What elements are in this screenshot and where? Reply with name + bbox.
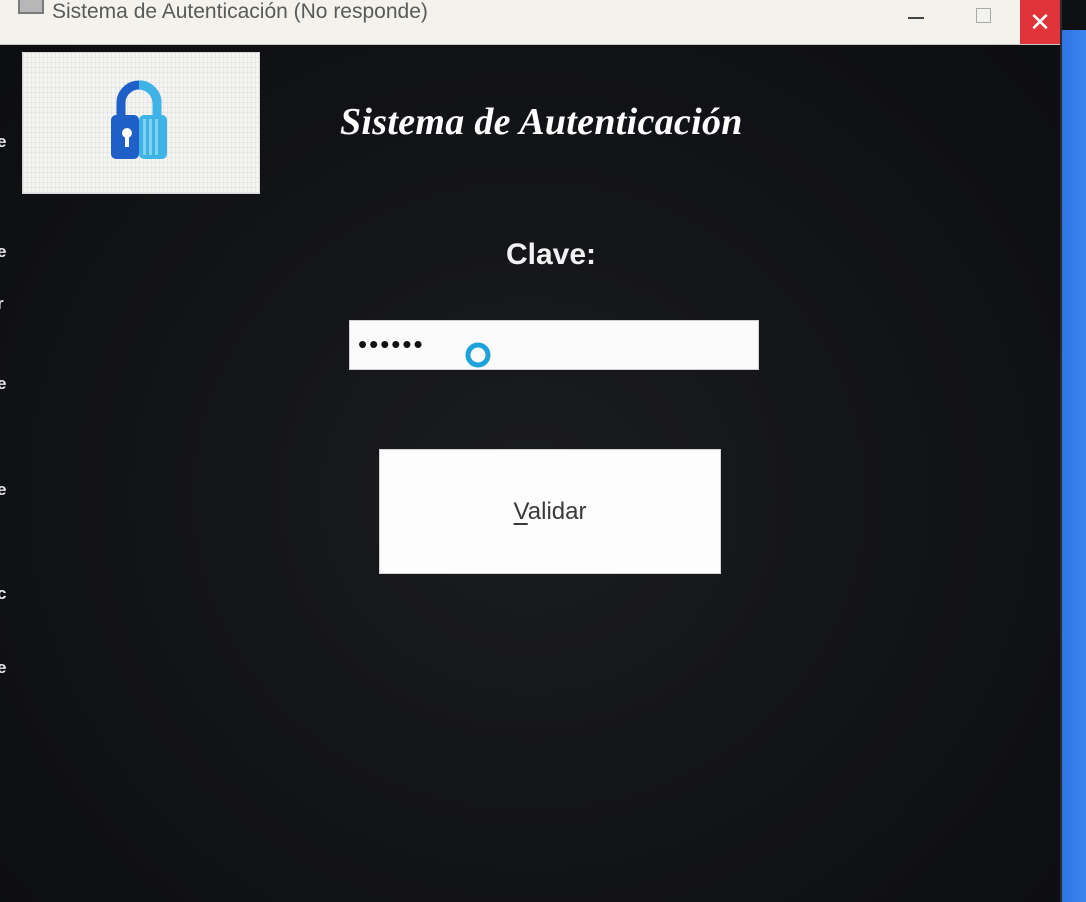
validate-mnemonic: V	[513, 497, 528, 525]
screen: Sistema de Autenticación (No responde) ✕…	[0, 0, 1086, 902]
minimize-icon	[908, 17, 924, 19]
edge-char: e	[0, 242, 7, 261]
close-icon: ✕	[1029, 6, 1051, 37]
background-window-edge: e e r e e c e	[0, 44, 10, 902]
password-value: ••••••	[358, 329, 425, 359]
password-label: Clave:	[506, 238, 597, 271]
busy-ring-icon	[465, 342, 491, 368]
maximize-icon	[975, 7, 991, 23]
app-window-icon	[18, 0, 44, 14]
edge-char: e	[0, 374, 7, 393]
validate-button-label: Validar	[514, 498, 587, 526]
window-title: Sistema de Autenticación (No responde)	[52, 0, 428, 23]
edge-char: e	[0, 132, 7, 151]
password-input[interactable]: ••••••	[349, 320, 759, 370]
app-logo	[22, 52, 260, 194]
edge-char: e	[0, 658, 7, 677]
title-bar[interactable]: Sistema de Autenticación (No responde) ✕	[0, 0, 1060, 45]
edge-char: c	[0, 584, 7, 603]
auth-window: Sistema de Autenticación (No responde) ✕…	[0, 0, 1062, 902]
edge-char: e	[0, 480, 7, 499]
validate-label-rest: alidar	[527, 497, 587, 525]
close-button[interactable]: ✕	[1020, 0, 1060, 44]
page-title: Sistema de Autenticación	[340, 101, 743, 143]
minimize-button[interactable]	[888, 0, 944, 44]
lock-icon	[111, 80, 167, 159]
validate-button[interactable]: Validar	[379, 449, 721, 574]
edge-char: r	[0, 294, 4, 313]
maximize-button[interactable]	[955, 0, 1011, 44]
